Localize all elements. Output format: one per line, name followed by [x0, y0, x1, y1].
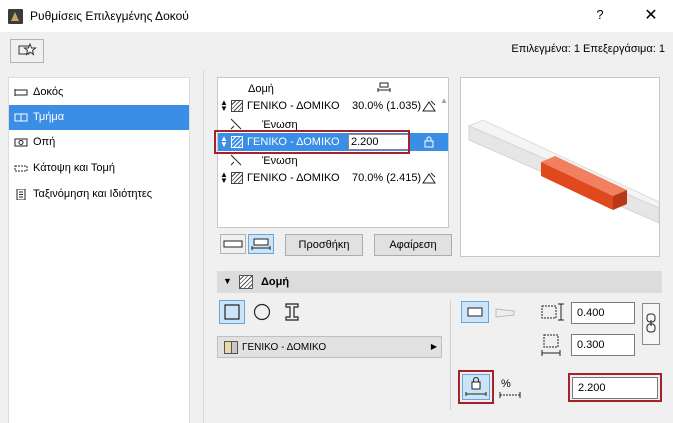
structure-hatch-icon: [239, 275, 253, 289]
sidebar-item-segment[interactable]: Τμήμα: [9, 105, 189, 130]
segment-row[interactable]: ▲ ▼ ΓΕΝΙΚΟ - ΔΟΜΙΚΟ 30.0% (1.035): [218, 97, 448, 115]
sidebar-item-label: Οπή: [33, 136, 56, 148]
window-title: Ρυθμίσεις Επιλεγμένης Δοκού: [30, 9, 189, 23]
favorites-button[interactable]: [10, 39, 44, 63]
rectangular-profile-button[interactable]: [219, 300, 245, 324]
tapered-segment-icon[interactable]: [494, 305, 516, 321]
link-dimensions-button[interactable]: [642, 303, 660, 345]
panel-divider: [203, 70, 204, 423]
building-material-dropdown[interactable]: ΓΕΝΙΚΟ - ΔΟΜΙΚΟ ▶: [217, 336, 442, 358]
circle-shape-icon: [253, 303, 271, 321]
sidebar-item-beam[interactable]: Δοκός: [9, 80, 189, 105]
segment-value: 30.0% (1.035): [352, 100, 422, 112]
proportional-length-icon[interactable]: [422, 99, 436, 113]
complex-profile-button[interactable]: [279, 300, 305, 324]
segment-length-icon: [251, 238, 271, 250]
close-button[interactable]: ✕: [640, 5, 662, 27]
material-fill-icon: [231, 341, 238, 354]
hatch-swatch-icon: [231, 100, 243, 112]
connection-icon: [230, 154, 242, 166]
material-name: ΓΕΝΙΚΟ - ΔΟΜΙΚΟ: [242, 342, 327, 353]
segment-name: ΓΕΝΙΚΟ - ΔΟΜΙΚΟ: [247, 172, 340, 184]
chain-link-icon: [646, 313, 656, 333]
scroll-up-icon[interactable]: ▲: [440, 96, 448, 105]
connection-icon: [230, 118, 242, 130]
length-lock-icon: [465, 377, 487, 396]
selection-info: Επιλεγμένα: 1 Επεξεργάσιμα: 1: [511, 43, 665, 55]
structure-section-title: Δομή: [261, 276, 290, 288]
sidebar-item-label: Κάτοψη και Τομή: [33, 162, 115, 174]
circular-profile-button[interactable]: [249, 300, 275, 324]
help-button[interactable]: ?: [590, 7, 610, 25]
straight-end-button[interactable]: [461, 301, 489, 323]
segment-row[interactable]: ▲ ▼ ΓΕΝΙΚΟ - ΔΟΜΙΚΟ 70.0% (2.415): [218, 169, 448, 187]
percent-label: %: [501, 378, 511, 390]
hole-icon: [14, 138, 28, 147]
width-dimension-icon: [541, 303, 564, 321]
sidebar-item-floor-plan-section[interactable]: Κάτοψη και Τομή: [9, 156, 189, 181]
segment-name: ΓΕΝΙΚΟ - ΔΟΜΙΚΟ: [247, 100, 340, 112]
segment-icon: [14, 113, 28, 122]
length-view-button[interactable]: [248, 234, 274, 254]
floor-plan-section-icon: [14, 165, 28, 172]
fixed-length-lock-icon[interactable]: [422, 135, 436, 149]
structure-section-header[interactable]: ▼ Δομή: [217, 271, 662, 293]
favorites-star-icon: [18, 43, 37, 56]
sidebar: Δοκός Τμήμα Οπή Κάτοψη και Τομή Ταξινόμη…: [8, 77, 190, 423]
height-dimension-icon: [541, 334, 561, 356]
dropdown-arrow-icon: ▶: [430, 342, 437, 351]
archicad-app-icon: [8, 9, 23, 24]
beam-preview-drawing: [467, 119, 660, 224]
fixed-length-lock-button[interactable]: [462, 374, 490, 400]
straight-segment-icon: [467, 307, 483, 317]
height-field[interactable]: 0.300: [571, 334, 635, 356]
sidebar-item-hole[interactable]: Οπή: [9, 130, 189, 155]
sidebar-item-label: Ταξινόμηση και Ιδιότητες: [33, 188, 153, 200]
rectangle-shape-icon: [224, 304, 240, 320]
reorder-arrows-icon[interactable]: ▲ ▼: [220, 99, 228, 113]
width-field[interactable]: 0.400: [571, 302, 635, 324]
proportional-length-icon[interactable]: [422, 171, 436, 185]
segment-list-header: Δομή: [248, 83, 274, 95]
connection-label: Ένωση: [262, 155, 298, 167]
reorder-arrows-icon[interactable]: ▲ ▼: [220, 171, 228, 185]
beam-3d-preview[interactable]: [460, 77, 660, 257]
segment-rectangle-icon: [223, 240, 243, 248]
add-segment-button[interactable]: Προσθήκη: [285, 234, 363, 256]
segment-length-field[interactable]: 2.200: [572, 377, 658, 399]
sidebar-item-label: Δοκός: [33, 86, 64, 98]
proportional-dimension-icon: [499, 392, 521, 398]
beam-icon: [14, 89, 28, 96]
collapse-triangle-icon[interactable]: ▼: [223, 276, 232, 286]
sidebar-item-label: Τμήμα: [33, 111, 65, 123]
list-view-button[interactable]: [220, 234, 246, 254]
i-beam-profile-icon: [285, 303, 299, 321]
classification-icon: [16, 189, 26, 200]
remove-segment-button[interactable]: Αφαίρεση: [374, 234, 452, 256]
title-bar: Ρυθμίσεις Επιλεγμένης Δοκού ? ✕: [0, 0, 673, 32]
segment-value: 70.0% (2.415): [352, 172, 422, 184]
segment-length-header-icon: [377, 82, 391, 92]
proportional-length-button[interactable]: %: [498, 378, 522, 402]
highlight-frame-selected-segment: [214, 130, 410, 154]
structure-divider: [450, 300, 451, 410]
sidebar-item-classification[interactable]: Ταξινόμηση και Ιδιότητες: [9, 182, 189, 207]
hatch-swatch-icon: [231, 172, 243, 184]
